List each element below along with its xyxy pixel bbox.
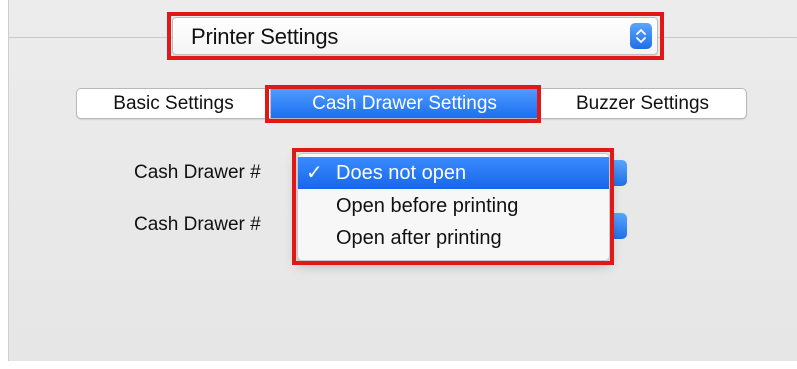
menu-item-does-not-open[interactable]: ✓ Does not open: [298, 157, 609, 189]
cash-drawer-1-label: Cash Drawer #: [134, 162, 261, 183]
cash-drawer-2-popup-button[interactable]: [609, 213, 627, 239]
tab-bar: Basic Settings Cash Drawer Settings Buzz…: [76, 88, 747, 119]
printer-select[interactable]: Printer Settings: [172, 17, 658, 55]
divider-right: [658, 37, 797, 38]
menu-item-label: Does not open: [336, 162, 467, 184]
checkmark-icon: ✓: [306, 162, 323, 184]
tab-cash-drawer-settings[interactable]: Cash Drawer Settings: [271, 89, 538, 118]
cash-drawer-2-label: Cash Drawer #: [134, 214, 261, 235]
menu-item-label: Open after printing: [336, 227, 502, 249]
printer-select-value: Printer Settings: [191, 24, 339, 49]
cash-drawer-dropdown-menu: ✓ Does not open Open before printing Ope…: [297, 153, 610, 261]
menu-item-open-after-printing[interactable]: Open after printing: [298, 222, 609, 254]
divider-left: [8, 37, 172, 38]
stepper-icon[interactable]: [630, 23, 652, 49]
tab-buzzer-settings[interactable]: Buzzer Settings: [539, 89, 746, 118]
menu-item-open-before-printing[interactable]: Open before printing: [298, 190, 609, 222]
cash-drawer-1-popup-button[interactable]: [609, 160, 627, 186]
menu-item-label: Open before printing: [336, 195, 519, 217]
tab-basic-settings[interactable]: Basic Settings: [77, 89, 270, 118]
